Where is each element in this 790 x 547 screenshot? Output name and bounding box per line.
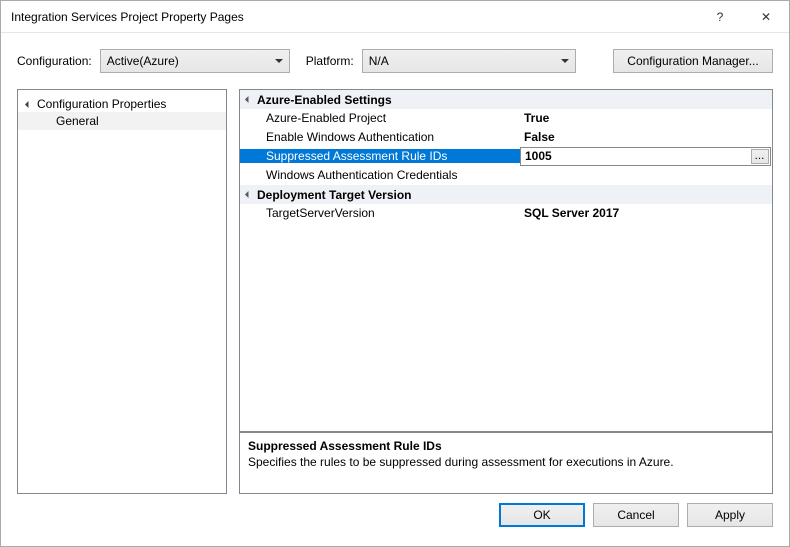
ellipsis-button[interactable]: ... [751, 149, 769, 164]
property-category[interactable]: Azure-Enabled Settings [240, 90, 772, 109]
main-area: Configuration Properties General Azure-E… [1, 79, 789, 494]
property-column: Azure-Enabled Settings Azure-Enabled Proj… [239, 89, 773, 494]
property-row[interactable]: Azure-Enabled ProjectTrue [240, 109, 772, 128]
property-value[interactable]: False [520, 130, 772, 144]
description-title: Suppressed Assessment Rule IDs [248, 439, 764, 453]
titlebar: Integration Services Project Property Pa… [1, 1, 789, 33]
configuration-combo[interactable]: Active(Azure) [100, 49, 290, 73]
configuration-label: Configuration: [17, 54, 92, 68]
property-row[interactable]: TargetServerVersionSQL Server 2017 [240, 204, 772, 223]
property-row[interactable]: Windows Authentication Credentials [240, 166, 772, 185]
property-value[interactable]: True [520, 111, 772, 125]
property-category[interactable]: Deployment Target Version [240, 185, 772, 204]
property-name: Enable Windows Authentication [240, 130, 520, 144]
tree-root-configuration-properties[interactable]: Configuration Properties [18, 96, 226, 112]
configuration-manager-button[interactable]: Configuration Manager... [613, 49, 773, 73]
property-value[interactable]: SQL Server 2017 [520, 206, 772, 220]
tree-item-general[interactable]: General [18, 112, 226, 130]
cancel-button[interactable]: Cancel [593, 503, 679, 527]
chevron-down-icon [25, 100, 32, 107]
chevron-down-icon [245, 96, 252, 103]
chevron-down-icon [561, 59, 569, 63]
help-icon[interactable]: ? [697, 1, 743, 33]
property-value[interactable]: 1005... [520, 147, 771, 166]
config-row: Configuration: Active(Azure) Platform: N… [1, 43, 789, 79]
description-pane: Suppressed Assessment Rule IDs Specifies… [239, 432, 773, 494]
tree-item-label: General [56, 114, 99, 128]
property-row[interactable]: Suppressed Assessment Rule IDs1005... [240, 147, 772, 166]
dialog-footer: OK Cancel Apply [1, 494, 789, 546]
property-category-label: Deployment Target Version [257, 188, 411, 202]
property-name: TargetServerVersion [240, 206, 520, 220]
apply-button[interactable]: Apply [687, 503, 773, 527]
property-grid[interactable]: Azure-Enabled Settings Azure-Enabled Proj… [239, 89, 773, 432]
ok-button[interactable]: OK [499, 503, 585, 527]
dialog-title: Integration Services Project Property Pa… [11, 10, 697, 24]
property-name: Azure-Enabled Project [240, 111, 520, 125]
description-text: Specifies the rules to be suppressed dur… [248, 455, 764, 469]
chevron-down-icon [275, 59, 283, 63]
property-name: Windows Authentication Credentials [240, 168, 520, 182]
tree-root-label: Configuration Properties [37, 97, 166, 111]
platform-value: N/A [369, 54, 389, 68]
platform-label: Platform: [306, 54, 354, 68]
platform-combo[interactable]: N/A [362, 49, 576, 73]
chevron-down-icon [245, 191, 252, 198]
nav-tree[interactable]: Configuration Properties General [17, 89, 227, 494]
configuration-value: Active(Azure) [107, 54, 179, 68]
property-row[interactable]: Enable Windows AuthenticationFalse [240, 128, 772, 147]
close-icon[interactable]: ✕ [743, 1, 789, 33]
property-name: Suppressed Assessment Rule IDs [240, 149, 520, 163]
property-category-label: Azure-Enabled Settings [257, 93, 392, 107]
